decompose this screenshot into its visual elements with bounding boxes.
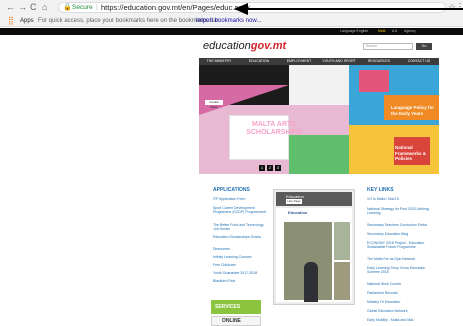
online-button[interactable]: ONLINE bbox=[211, 316, 261, 326]
list-item[interactable]: National Work Counts bbox=[367, 282, 401, 286]
bookmarks-hint: For quick access, place your bookmarks h… bbox=[38, 18, 220, 24]
online-label: ONLINE bbox=[222, 318, 241, 324]
annotation-arrow-icon bbox=[234, 3, 463, 15]
list-item[interactable]: ECONOMY 2018 Project - Education Sustain… bbox=[367, 241, 435, 249]
photo-speaker bbox=[304, 262, 318, 302]
nav-contact[interactable]: CONTACT US bbox=[399, 59, 439, 64]
facebook-header: Education Like Page bbox=[276, 192, 352, 206]
nav-employment[interactable]: EMPLOYMENT bbox=[279, 59, 319, 64]
topbar-text-size[interactable]: A A bbox=[392, 29, 397, 34]
home-icon[interactable]: ⌂ bbox=[42, 2, 47, 12]
facebook-post-author[interactable]: Education bbox=[288, 210, 307, 215]
list-item[interactable]: Fem Childcare bbox=[213, 263, 236, 267]
post-photo-side[interactable] bbox=[334, 262, 350, 300]
list-item[interactable]: Global Education Network bbox=[367, 309, 407, 313]
list-item[interactable]: Youth Guarantee 2017-2018 bbox=[213, 271, 257, 275]
topbar-malti[interactable]: Malti bbox=[378, 29, 385, 34]
search-button[interactable]: Go bbox=[416, 43, 432, 50]
lock-icon: 🔒 bbox=[63, 4, 72, 11]
separator: | bbox=[96, 4, 98, 11]
list-item[interactable]: Infinity Learning Courses bbox=[213, 255, 252, 259]
nav-youth-sport[interactable]: YOUTH AND SPORT bbox=[319, 59, 359, 64]
back-icon[interactable]: ← bbox=[6, 2, 15, 12]
banner-frameworks[interactable]: National Frameworks & Policies bbox=[395, 145, 437, 162]
slide-dot[interactable]: 2 bbox=[267, 165, 273, 171]
banner-green-panel bbox=[289, 135, 349, 174]
nav-ministry[interactable]: THE MINISTRY bbox=[199, 59, 239, 64]
list-item[interactable]: ITP Application Form bbox=[213, 197, 245, 201]
topbar-language[interactable]: Language English bbox=[340, 29, 368, 34]
applications-heading: APPLICATIONS bbox=[213, 187, 250, 193]
nav-education[interactable]: EDUCATION bbox=[239, 59, 279, 64]
list-item[interactable]: Ministry Of Education bbox=[367, 300, 400, 304]
site-topbar: Language English Malti A A Agency bbox=[0, 28, 463, 35]
nav-resources[interactable]: RESOURCES bbox=[359, 59, 399, 64]
banner-artwork-top bbox=[359, 70, 389, 92]
apps-grid-icon[interactable]: ⣿ bbox=[8, 16, 14, 25]
site-page: educationgov.mt Search Go THE MINISTRY E… bbox=[199, 35, 439, 326]
banner-scholarships-text: MALTA ARTS SCHOLARSHIPS bbox=[246, 121, 302, 136]
post-photo[interactable] bbox=[284, 222, 332, 302]
cookie-policy-button[interactable]: Cookie Policy bbox=[205, 100, 223, 109]
list-item[interactable]: Parliament Records bbox=[367, 291, 398, 295]
topbar-agency[interactable]: Agency bbox=[404, 29, 416, 34]
hero-banner[interactable]: Cookie Policy MALTA ARTS SCHOLARSHIPS La… bbox=[199, 65, 439, 174]
list-item[interactable]: Blackbird Fest bbox=[213, 279, 235, 283]
slide-dot[interactable]: 3 bbox=[275, 165, 281, 171]
list-item[interactable]: Early Mobility - Malta and MaL bbox=[367, 318, 414, 322]
forward-icon[interactable]: → bbox=[18, 2, 27, 12]
list-item[interactable]: VO in Malta / MaLTA bbox=[367, 197, 399, 201]
like-page-button[interactable]: Like Page bbox=[286, 199, 302, 204]
apps-button[interactable]: Apps bbox=[20, 17, 34, 25]
list-item[interactable]: The Malta Far as Spin Network bbox=[367, 257, 415, 261]
search-input[interactable]: Search bbox=[363, 43, 413, 50]
site-logo[interactable]: educationgov.mt bbox=[203, 40, 286, 52]
post-photo-side[interactable] bbox=[334, 222, 350, 260]
services-button[interactable]: SERVICES bbox=[211, 300, 261, 314]
list-item[interactable]: Early Learning Shop Cross Education Sche… bbox=[367, 266, 435, 274]
facebook-post: Education bbox=[276, 208, 352, 302]
secure-label: Secure bbox=[72, 4, 93, 11]
list-item[interactable]: Secondary Education Blog bbox=[367, 232, 408, 236]
list-item[interactable]: The Better Food and Technology Job Hunte… bbox=[213, 223, 269, 231]
services-label: SERVICES bbox=[215, 304, 241, 310]
banner-language-policy[interactable]: Language Policy for the Early Years bbox=[391, 105, 435, 116]
facebook-widget[interactable]: Education Like Page Education bbox=[273, 189, 355, 305]
url-text[interactable]: https://education.gov.mt/en/Pages/educ.a… bbox=[101, 3, 250, 12]
key-links-heading: KEY LINKS bbox=[367, 187, 394, 193]
screenshot-frame: ← → C ⌂ 🔒 Secure | https://education.gov… bbox=[0, 0, 463, 326]
slide-dot[interactable]: 1 bbox=[259, 165, 265, 171]
list-item[interactable]: Directories bbox=[213, 247, 230, 251]
list-item[interactable]: Sport Career Development Programme (SCDP… bbox=[213, 206, 269, 214]
list-item[interactable]: National Strategy for Post 2020 Lifelong… bbox=[367, 207, 435, 215]
list-item[interactable]: Education Scholarships Grants bbox=[213, 235, 261, 239]
list-item[interactable]: Secondary Teachers Curriculum Portal bbox=[367, 223, 427, 227]
main-nav: THE MINISTRY EDUCATION EMPLOYMENT YOUTH … bbox=[199, 58, 439, 65]
import-bookmarks-link[interactable]: Import bookmarks now... bbox=[196, 17, 261, 25]
bookmarks-bar: ⣿ Apps For quick access, place your book… bbox=[0, 15, 463, 27]
reload-icon[interactable]: C bbox=[30, 2, 37, 12]
